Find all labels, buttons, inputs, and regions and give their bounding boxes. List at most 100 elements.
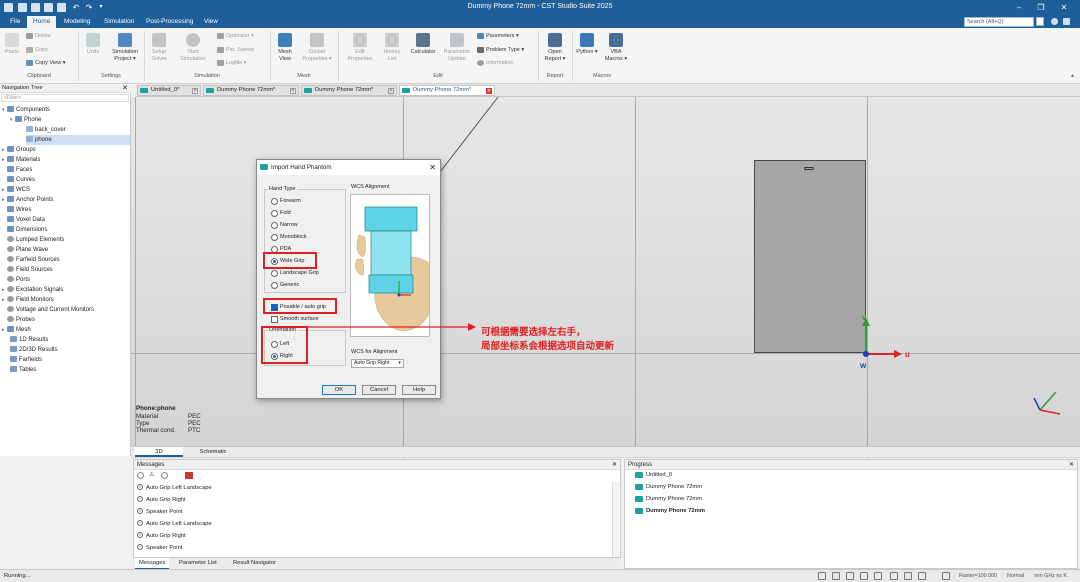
tree-item-anchor-points[interactable]: ▸ Anchor Points [2,195,53,205]
message-item[interactable]: i Auto Grip Left Landscape [137,518,212,530]
minimize-icon[interactable]: – [1014,2,1024,13]
messages-close-icon[interactable]: ✕ [612,460,617,470]
tab-close-icon[interactable]: × [290,88,296,94]
message-item[interactable]: i Speaker Point [137,506,182,518]
clear-messages-icon[interactable] [137,472,144,479]
tree-item-wcs[interactable]: ▸ WCS [2,185,30,195]
quick-access-dropdown-icon[interactable]: ▾ [96,2,106,13]
zoom-out-icon[interactable] [904,572,912,580]
nav-filter-input[interactable]: <Filter> [1,94,129,102]
tree-item-components[interactable]: ▾ Components [2,105,50,115]
tree-item-mesh[interactable]: ▸ Mesh [2,325,31,335]
tree-item-excitation-signals[interactable]: ▸ Excitation Signals [2,285,63,295]
settings-icon[interactable] [1063,18,1070,25]
menu-tab-post-processing[interactable]: Post-Processing [140,16,199,28]
progress-item[interactable]: Untitled_0 [635,469,672,481]
tab-close-icon[interactable]: × [388,88,394,94]
copy-view-button[interactable]: Copy View ▾ [26,59,66,67]
tree-item-2d3d-results[interactable]: 2D/3D Results [10,345,58,355]
print-icon[interactable] [57,3,66,12]
info-filter-icon[interactable] [161,472,168,479]
edit-properties-button[interactable]: Edit Properties [343,33,377,62]
progress-close-icon[interactable]: ✕ [1069,460,1074,470]
tree-item-tables[interactable]: Tables [10,365,36,375]
tree-item-curves[interactable]: Curves [2,175,35,185]
doc-tab-dummy-phone-1[interactable]: Dummy Phone 72mm* × [203,85,299,96]
setup-solver-button[interactable]: Setup Solver [147,33,171,62]
tree-item-plane-wave[interactable]: Plane Wave [2,245,48,255]
menu-tab-simulation[interactable]: Simulation [98,16,140,28]
simulation-project-button[interactable]: Simulation Project ▾ [108,33,142,62]
phone-model[interactable] [754,160,866,353]
tab-close-icon[interactable]: × [486,88,492,94]
pan-icon[interactable] [832,572,840,580]
message-item[interactable]: i Speaker Point [137,542,182,554]
optimizer-button[interactable]: Optimizer ▾ [217,32,254,40]
reset-view-icon[interactable] [860,572,868,580]
radio-landscape-grip[interactable]: Landscape Grip [271,269,319,277]
fit-view-icon[interactable] [874,572,882,580]
information-button[interactable]: Information [477,59,514,67]
radio-forearm[interactable]: Forearm [271,197,301,205]
tree-item-phone-solid[interactable]: phone [26,135,130,145]
radio-monoblock[interactable]: Monoblock [271,233,307,241]
zoom-icon[interactable] [818,572,826,580]
tab-result-navigator[interactable]: Result Navigator [229,558,280,569]
help-icon[interactable] [1051,18,1058,25]
open-file-icon[interactable] [31,3,40,12]
tab-parameter-list[interactable]: Parameter List [175,558,221,569]
search-icon[interactable] [1036,17,1044,26]
collapse-ribbon-icon[interactable]: ▴ [1071,72,1074,79]
restore-icon[interactable]: ❐ [1036,2,1046,13]
radio-fold[interactable]: Fold [271,209,291,217]
wcs-for-alignment-select[interactable]: Auto Grip Right ▾ [351,359,404,368]
help-button[interactable]: Help [402,385,436,395]
warning-filter-icon[interactable]: ⚠ [149,471,154,478]
ok-button[interactable]: OK [322,385,356,395]
grid-icon[interactable] [942,572,950,580]
menu-tab-file[interactable]: File [4,16,26,28]
menu-tab-home[interactable]: Home [27,16,57,28]
tab-close-icon[interactable]: × [192,88,198,94]
tree-item-dimensions[interactable]: Dimensions [2,225,47,235]
tree-item-materials[interactable]: ▸ Materials [2,155,40,165]
dialog-close-icon[interactable]: ✕ [429,160,436,175]
tree-item-voltage-current-monitors[interactable]: Voltage and Current Monitors [2,305,94,315]
mesh-view-button[interactable]: Mesh View [273,33,297,62]
new-file-icon[interactable] [18,3,27,12]
message-item[interactable]: i Auto Grip Right [137,494,186,506]
message-item[interactable]: i Auto Grip Right [137,530,186,542]
tree-item-back-cover[interactable]: back_cover [26,125,66,135]
tree-item-1d-results[interactable]: 1D Results [10,335,48,345]
delete-button[interactable]: Delete [26,32,51,40]
zoom-in-icon[interactable] [890,572,898,580]
start-simulation-button[interactable]: Start Simulation [178,33,208,62]
progress-item-active[interactable]: Dummy Phone 72mm [635,505,705,517]
problem-type-button[interactable]: Problem Type ▾ [477,46,524,54]
python-button[interactable]: Python ▾ [575,33,599,56]
tree-item-farfield-sources[interactable]: Farfield Sources [2,255,60,265]
doc-tab-untitled[interactable]: Untitled_0* × [137,85,201,96]
tree-item-groups[interactable]: ▸ Groups [2,145,36,155]
tree-item-faces[interactable]: Faces [2,165,32,175]
parameters-button[interactable]: Parameters ▾ [477,32,519,40]
tree-item-lumped-elements[interactable]: Lumped Elements [2,235,64,245]
tree-item-field-sources[interactable]: Field Sources [2,265,53,275]
vba-macros-button[interactable]: VBA Macros ▾ [602,33,630,62]
calculator-button[interactable]: Calculator [407,33,439,56]
cancel-button[interactable]: Cancel [362,385,396,395]
message-item[interactable]: i Auto Grip Left Landscape [137,482,212,494]
menu-tab-view[interactable]: View [198,16,224,28]
tab-3d[interactable]: 3D [135,447,183,457]
tree-item-phone-component[interactable]: ▾ Phone [10,115,41,125]
logfile-button[interactable]: Logfile ▾ [217,59,247,67]
copy-button[interactable]: Copy [26,46,48,54]
doc-tab-dummy-phone-3[interactable]: Dummy Phone 72mm* × [399,85,495,96]
units-button[interactable]: Units [81,33,105,56]
menu-tab-modeling[interactable]: Modeling [58,16,96,28]
view-mode-icon[interactable] [918,572,926,580]
paste-button[interactable]: Paste [2,33,22,56]
tab-schematic[interactable]: Schematic [187,447,239,457]
tab-messages[interactable]: Messages [135,558,170,569]
progress-item[interactable]: Dummy Phone 72mm [635,481,702,493]
